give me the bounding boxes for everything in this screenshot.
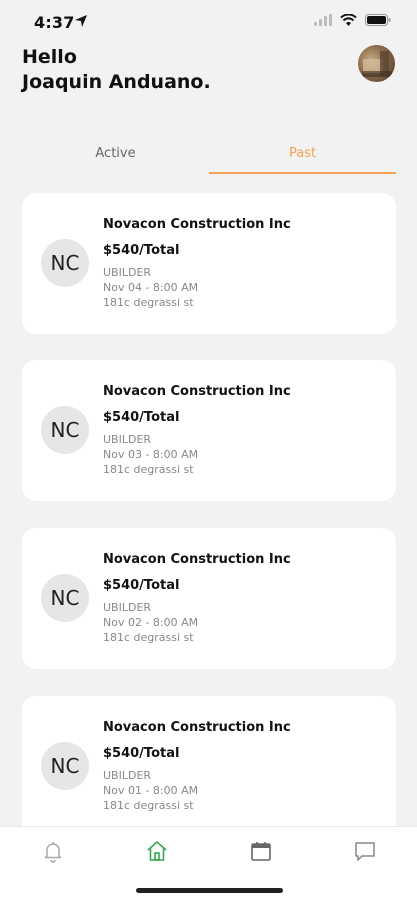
nav-home[interactable] xyxy=(145,839,169,863)
booking-card[interactable]: NC Novacon Construction Inc $540/Total U… xyxy=(22,528,396,669)
address: 181c degrassi st xyxy=(103,296,194,309)
address: 181c degrassi st xyxy=(103,631,194,644)
date-time: Nov 02 - 8:00 AM xyxy=(103,616,199,629)
company-initials-avatar: NC xyxy=(41,406,89,454)
booking-card[interactable]: NC Novacon Construction Inc $540/Total U… xyxy=(22,360,396,501)
date-time: Nov 03 - 8:00 AM xyxy=(103,448,199,461)
status-bar: 4:37 xyxy=(0,0,417,44)
home-icon xyxy=(147,841,167,861)
price: $540/Total xyxy=(103,410,180,425)
price: $540/Total xyxy=(103,746,180,761)
nav-notifications[interactable] xyxy=(41,839,65,863)
nav-calendar[interactable] xyxy=(249,839,273,863)
company-initials-avatar: NC xyxy=(41,574,89,622)
price: $540/Total xyxy=(103,243,180,258)
date-time: Nov 04 - 8:00 AM xyxy=(103,281,199,294)
company-name: Novacon Construction Inc xyxy=(103,552,291,567)
company-initials-avatar: NC xyxy=(41,239,89,287)
company-initials-avatar: NC xyxy=(41,742,89,790)
location-arrow-icon xyxy=(75,15,87,27)
price: $540/Total xyxy=(103,578,180,593)
company-name: Novacon Construction Inc xyxy=(103,384,291,399)
signal-icon xyxy=(314,14,332,26)
platform: UBILDER xyxy=(103,601,152,614)
platform: UBILDER xyxy=(103,433,152,446)
wifi-icon xyxy=(340,14,357,26)
address: 181c degrassi st xyxy=(103,463,194,476)
home-indicator xyxy=(136,888,283,893)
company-name: Novacon Construction Inc xyxy=(103,217,291,232)
nav-messages[interactable] xyxy=(353,839,377,863)
user-name: Joaquin Anduano. xyxy=(22,71,211,93)
date-time: Nov 01 - 8:00 AM xyxy=(103,784,199,797)
bell-icon xyxy=(44,842,62,863)
greeting: Hello Joaquin Anduano. xyxy=(22,45,211,95)
avatar-photo xyxy=(362,51,392,77)
greeting-line-1: Hello xyxy=(22,46,77,68)
booking-card[interactable]: NC Novacon Construction Inc $540/Total U… xyxy=(22,193,396,334)
platform: UBILDER xyxy=(103,769,152,782)
company-name: Novacon Construction Inc xyxy=(103,720,291,735)
tab-active[interactable]: Active xyxy=(22,138,209,172)
booking-card[interactable]: NC Novacon Construction Inc $540/Total U… xyxy=(22,696,396,837)
avatar[interactable] xyxy=(358,45,395,82)
tab-past[interactable]: Past xyxy=(209,138,396,174)
battery-icon xyxy=(365,14,391,26)
chat-icon xyxy=(355,842,375,861)
platform: UBILDER xyxy=(103,266,152,279)
calendar-icon xyxy=(251,842,271,861)
status-time: 4:37 xyxy=(34,13,75,32)
tabs: Active Past xyxy=(22,138,396,174)
address: 181c degrassi st xyxy=(103,799,194,812)
